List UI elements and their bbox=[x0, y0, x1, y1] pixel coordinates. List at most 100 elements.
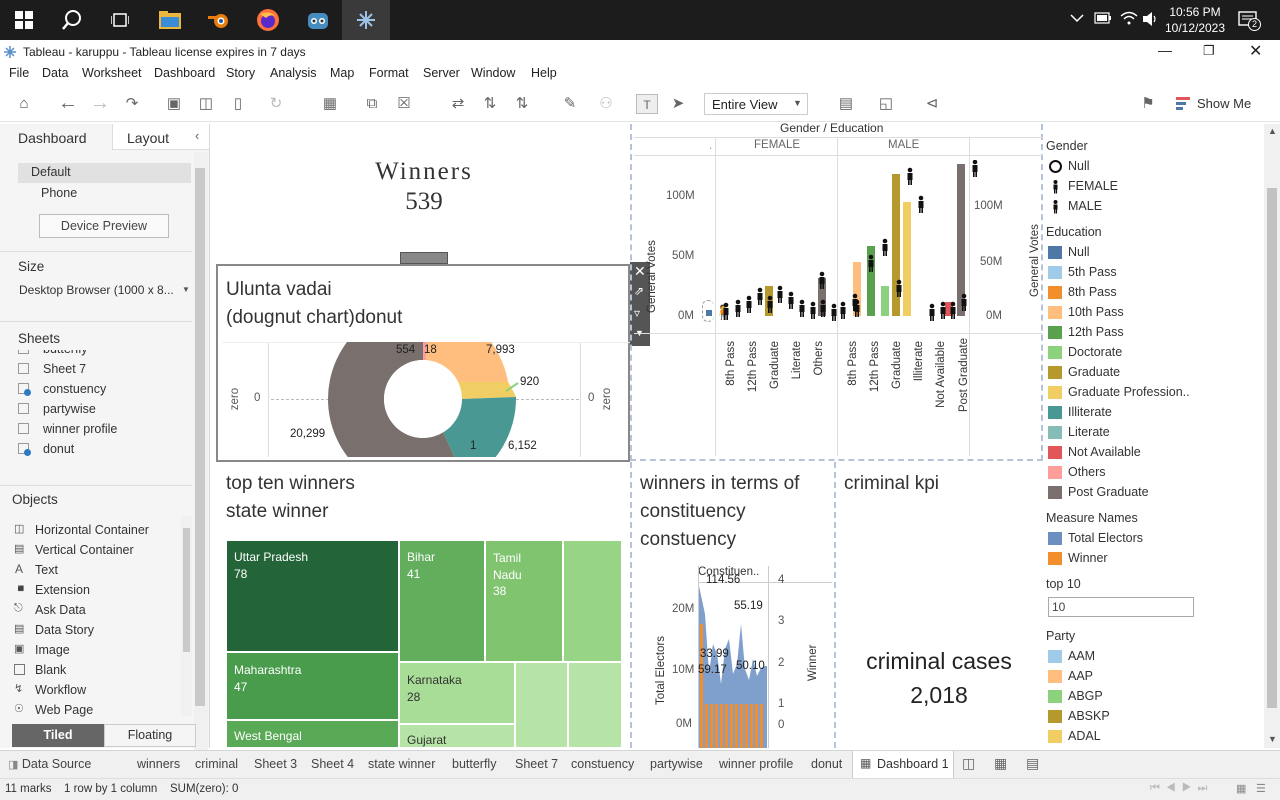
new-worksheet-tab-icon[interactable]: ◫ bbox=[962, 755, 975, 772]
object-workflow[interactable]: ↯ Workflow bbox=[14, 682, 174, 700]
tab-data-source[interactable]: ◨ Data Source bbox=[8, 757, 91, 771]
menu-data[interactable]: Data bbox=[42, 66, 68, 80]
object-data-story[interactable]: ▤ Data Story bbox=[14, 622, 174, 640]
object-image[interactable]: ▣ Image bbox=[14, 642, 174, 660]
legend-item[interactable]: ADAL bbox=[1068, 729, 1101, 743]
drag-handle[interactable] bbox=[400, 252, 448, 264]
legend-item[interactable]: Doctorate bbox=[1068, 345, 1122, 359]
legend-item[interactable]: Not Available bbox=[1068, 445, 1141, 459]
treemap-cell[interactable] bbox=[515, 662, 568, 748]
legend-scrollbar[interactable]: ▲ ▼ bbox=[1264, 124, 1280, 748]
legend-item[interactable]: Post Graduate bbox=[1068, 485, 1149, 499]
volume-icon[interactable] bbox=[1142, 11, 1160, 30]
menu-window[interactable]: Window bbox=[471, 66, 515, 80]
sheet-item[interactable]: winner profile bbox=[18, 421, 190, 439]
tab-dashboard-1[interactable]: ▦ Dashboard 1 bbox=[852, 751, 954, 778]
godot-button[interactable] bbox=[294, 0, 342, 40]
minimize-button[interactable]: — bbox=[1158, 42, 1172, 58]
object-vertical-container[interactable]: ▤ Vertical Container bbox=[14, 542, 174, 560]
legend-item[interactable]: 5th Pass bbox=[1068, 265, 1117, 279]
system-clock[interactable]: 10:56 PM 10/12/2023 bbox=[1164, 4, 1226, 36]
presentation-icon[interactable]: ◱ bbox=[876, 94, 896, 114]
legend-item[interactable]: Graduate bbox=[1068, 365, 1120, 379]
undo-icon[interactable]: ← bbox=[58, 93, 78, 114]
legend-item[interactable]: 8th Pass bbox=[1068, 285, 1117, 299]
tab-layout[interactable]: Layout ‹ bbox=[112, 124, 209, 150]
tableau-button[interactable] bbox=[342, 0, 390, 40]
object-ask-data[interactable]: ⎋ Ask Data bbox=[14, 602, 174, 620]
refresh-icon[interactable]: ↻ bbox=[266, 94, 286, 114]
legend-item[interactable]: AAM bbox=[1068, 649, 1095, 663]
menu-help[interactable]: Help bbox=[531, 66, 557, 80]
menu-dashboard[interactable]: Dashboard bbox=[154, 66, 215, 80]
menu-file[interactable]: File bbox=[9, 66, 29, 80]
measure-legend-item[interactable]: Total Electors bbox=[1068, 531, 1143, 545]
legend-item[interactable]: AAP bbox=[1068, 669, 1093, 683]
duplicate-icon[interactable]: ⧉ bbox=[362, 94, 382, 114]
treemap-cell[interactable] bbox=[568, 662, 622, 748]
scroll-up-icon[interactable]: ▲ bbox=[1268, 126, 1277, 136]
gender-legend-item[interactable]: MALE bbox=[1068, 199, 1102, 213]
new-datasource-icon[interactable]: ◫ bbox=[196, 94, 216, 114]
new-story-tab-icon[interactable]: ▤ bbox=[1026, 755, 1039, 772]
gender-legend-item[interactable]: FEMALE bbox=[1068, 179, 1118, 193]
legend-item[interactable]: 10th Pass bbox=[1068, 305, 1124, 319]
sort-ascending-icon[interactable]: ⇅ bbox=[480, 94, 500, 114]
tab-state-winner[interactable]: state winner bbox=[368, 757, 435, 771]
floating-toggle[interactable]: Floating bbox=[104, 724, 196, 747]
search-button[interactable] bbox=[48, 0, 96, 40]
show-mark-labels-icon[interactable]: T bbox=[636, 94, 658, 114]
treemap-cell-gujarat[interactable]: Gujarat bbox=[399, 724, 515, 748]
objects-scroll-thumb[interactable] bbox=[183, 528, 190, 652]
menu-map[interactable]: Map bbox=[330, 66, 354, 80]
scroll-down-icon[interactable]: ▼ bbox=[1268, 734, 1277, 744]
gender-legend-item[interactable]: Null bbox=[1068, 159, 1090, 173]
treemap-cell-karnataka[interactable]: Karnataka 28 bbox=[399, 662, 515, 724]
tab-sheet-3[interactable]: Sheet 3 bbox=[254, 757, 297, 771]
firefox-button[interactable] bbox=[244, 0, 292, 40]
tab-sheet-7[interactable]: Sheet 7 bbox=[515, 757, 558, 771]
grid-view-icon[interactable]: ▦ bbox=[1236, 782, 1246, 795]
treemap-cell-west-bengal[interactable]: West Bengal bbox=[226, 720, 399, 748]
task-view-button[interactable] bbox=[96, 0, 144, 40]
legend-item[interactable]: Others bbox=[1068, 465, 1106, 479]
constituency-sheet[interactable]: winners in terms of constituency constue… bbox=[630, 462, 836, 748]
sheet-item[interactable]: donut bbox=[18, 441, 190, 459]
legend-item[interactable]: Illiterate bbox=[1068, 405, 1112, 419]
format-painter-icon[interactable]: ⚑ bbox=[1138, 94, 1158, 114]
tab-criminal[interactable]: criminal bbox=[195, 757, 238, 771]
close-window-button[interactable]: ✕ bbox=[1249, 41, 1262, 61]
tiled-toggle[interactable]: Tiled bbox=[12, 724, 104, 747]
sheet-item[interactable]: butterfly bbox=[18, 350, 190, 359]
sort-descending-icon[interactable]: ⇅ bbox=[512, 94, 532, 114]
wifi-icon[interactable] bbox=[1120, 11, 1138, 28]
object-horizontal-container[interactable]: ◫ Horizontal Container bbox=[14, 522, 174, 540]
tab-dashboard[interactable]: Dashboard bbox=[0, 124, 112, 152]
redo-icon[interactable]: → bbox=[90, 93, 110, 114]
attach-icon[interactable]: ⚇ bbox=[596, 94, 616, 114]
tab-constuency[interactable]: constuency bbox=[571, 757, 634, 771]
device-default[interactable]: Default bbox=[18, 163, 191, 183]
object-blank[interactable]: Blank bbox=[14, 662, 174, 680]
list-view-icon[interactable]: ☰ bbox=[1256, 782, 1266, 795]
sheet-item[interactable]: Sheet 7 bbox=[18, 361, 190, 379]
object-text[interactable]: A Text bbox=[14, 562, 174, 580]
gender-education-sheet[interactable]: Gender / Education . FEMALE MALE General… bbox=[630, 121, 1044, 461]
replay-icon[interactable]: ↷ bbox=[122, 94, 142, 114]
new-dashboard-tab-icon[interactable]: ▦ bbox=[994, 755, 1007, 772]
legend-item[interactable]: Literate bbox=[1068, 425, 1110, 439]
state-winner-treemap[interactable]: Uttar Pradesh 78 Bihar 41 Tamil Nadu 38 … bbox=[226, 540, 622, 748]
legend-item[interactable]: Graduate Profession.. bbox=[1068, 385, 1190, 399]
save-icon[interactable]: ▣ bbox=[164, 94, 184, 114]
sheet-item[interactable]: partywise bbox=[18, 401, 190, 419]
legend-item[interactable]: ABGP bbox=[1068, 689, 1103, 703]
menu-analysis[interactable]: Analysis bbox=[270, 66, 317, 80]
menu-server[interactable]: Server bbox=[423, 66, 460, 80]
treemap-cell-maharashtra[interactable]: Maharashtra 47 bbox=[226, 652, 399, 720]
collapse-panel-icon[interactable]: ‹ bbox=[195, 128, 199, 143]
restore-button[interactable]: ❐ bbox=[1203, 43, 1215, 59]
windows-start-button[interactable] bbox=[0, 0, 48, 40]
new-worksheet-icon[interactable]: ▦ bbox=[320, 94, 340, 114]
treemap-cell-tamil-nadu[interactable]: Tamil Nadu 38 bbox=[485, 540, 563, 662]
left-panel-scroll-thumb[interactable] bbox=[195, 168, 205, 706]
